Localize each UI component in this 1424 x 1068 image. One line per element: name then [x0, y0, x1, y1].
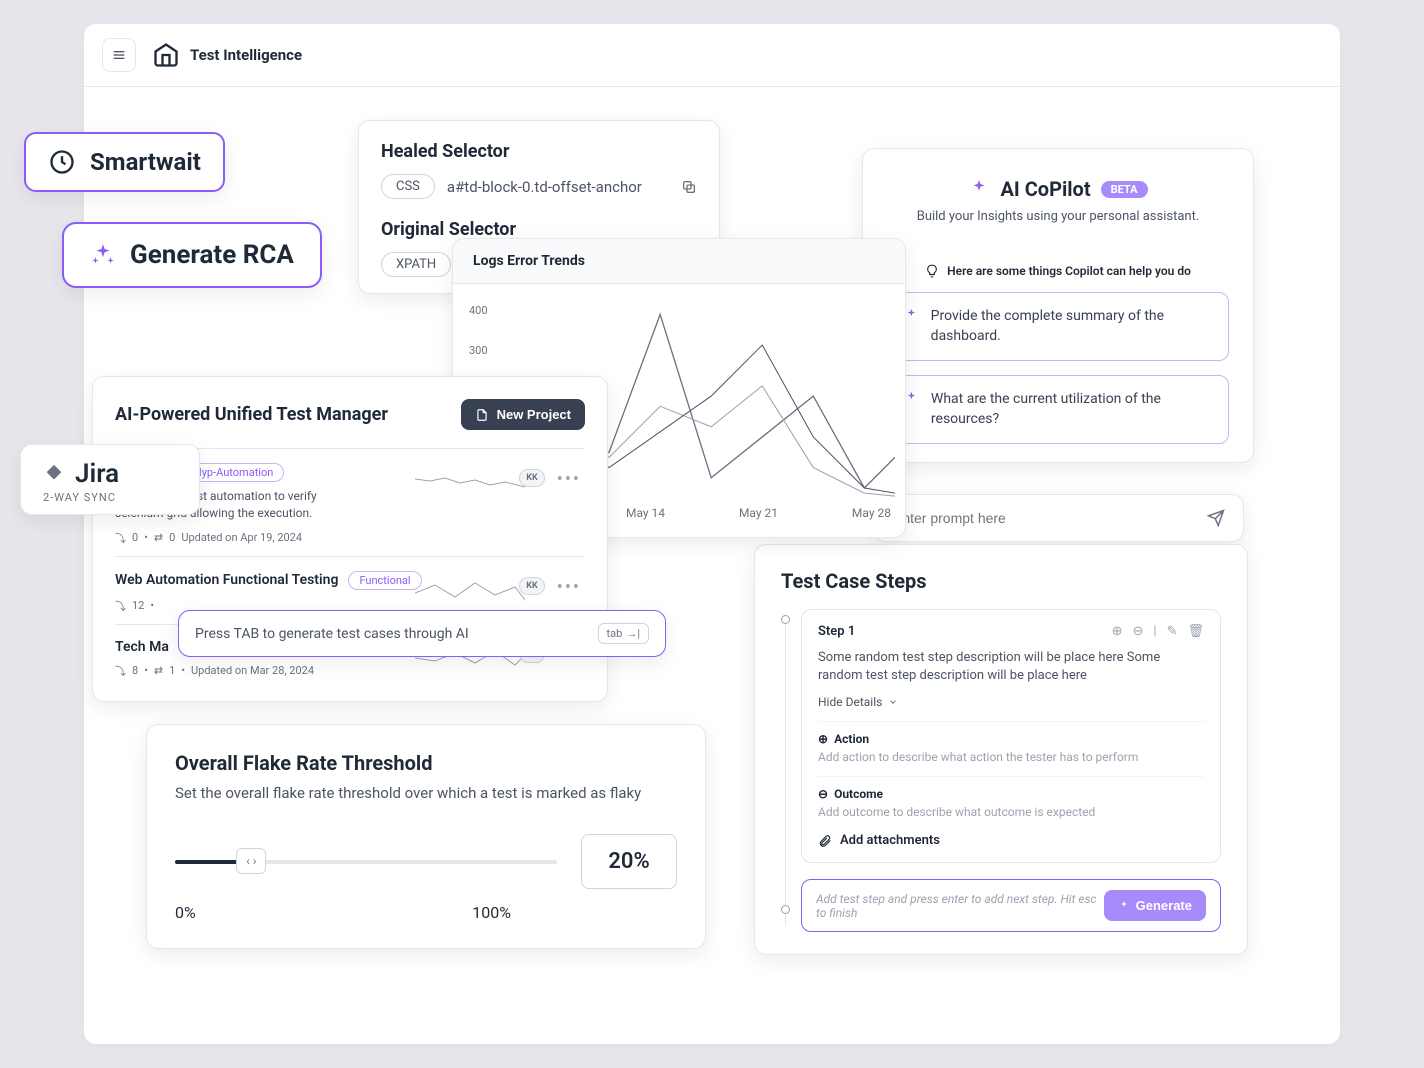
- more-icon[interactable]: •••: [557, 577, 581, 598]
- step-label: Step 1: [818, 624, 855, 639]
- tcs-title: Test Case Steps: [781, 569, 1221, 593]
- flake-desc: Set the overall flake rate threshold ove…: [175, 783, 677, 804]
- sparkle-icon: [904, 307, 919, 323]
- avatar: KK: [519, 577, 545, 595]
- prompt-input-card: [874, 494, 1244, 542]
- sparkline: [415, 467, 525, 497]
- sparkle-icon: [1118, 900, 1130, 912]
- tm-item-meta: ⤵0• ⇄0 Updated on Apr 19, 2024: [115, 530, 585, 546]
- paperclip-icon: [818, 834, 832, 848]
- add-attachments[interactable]: Add attachments: [818, 833, 1204, 848]
- flake-value: 20%: [581, 834, 677, 889]
- slider-min: 0%: [175, 903, 196, 922]
- copy-icon[interactable]: [681, 179, 697, 195]
- edit-icon[interactable]: ✎: [1167, 624, 1178, 639]
- css-chip: CSS: [381, 174, 435, 199]
- divider: |: [1153, 624, 1156, 639]
- outcome-hint: Add outcome to describe what outcome is …: [818, 805, 1204, 819]
- menu-button[interactable]: [102, 38, 136, 72]
- lightbulb-icon: [925, 264, 939, 278]
- hide-details-toggle[interactable]: Hide Details: [818, 695, 1204, 709]
- tab-prompt-text: Press TAB to generate test cases through…: [195, 626, 469, 642]
- smartwait-card[interactable]: Smartwait: [24, 132, 225, 192]
- clock-icon: [48, 148, 76, 176]
- tab-prompt[interactable]: Press TAB to generate test cases through…: [178, 610, 666, 657]
- avatar: KK: [519, 469, 545, 487]
- beta-badge: BETA: [1101, 181, 1148, 198]
- generate-rca-label: Generate RCA: [130, 240, 294, 270]
- jira-card: Jira 2-WAY SYNC: [20, 444, 200, 515]
- sparkline: [415, 575, 525, 605]
- sparkle-icon: [90, 242, 116, 268]
- ytick: 300: [469, 344, 488, 357]
- action-label: ⊕Action: [818, 732, 1204, 746]
- suggestion-text: What are the current utilization of the …: [931, 390, 1212, 429]
- jira-icon: [43, 463, 65, 485]
- flake-card: Overall Flake Rate Threshold Set the ove…: [146, 724, 706, 949]
- suggestion-text: Provide the complete summary of the dash…: [931, 307, 1212, 346]
- suggestion-card[interactable]: What are the current utilization of the …: [887, 375, 1229, 444]
- tm-title: AI-Powered Unified Test Manager: [115, 404, 388, 425]
- logs-title: Logs Error Trends: [453, 239, 905, 284]
- xtick: May 28: [852, 506, 891, 520]
- generate-rca-button[interactable]: Generate RCA: [62, 222, 322, 288]
- timeline: [785, 619, 786, 926]
- healed-selector-title: Healed Selector: [381, 141, 697, 162]
- jira-name: Jira: [75, 459, 119, 489]
- css-value: a#td-block-0.td-offset-anchor: [447, 178, 669, 196]
- ytick: 400: [469, 304, 488, 317]
- copilot-card: AI CoPilot BETA Build your Insights usin…: [862, 148, 1254, 463]
- add-step-row: Add test step and press enter to add nex…: [801, 879, 1221, 932]
- sparkle-icon: [968, 178, 990, 200]
- xtick: May 14: [626, 506, 665, 520]
- action-hint: Add action to describe what action the t…: [818, 750, 1204, 764]
- smartwait-label: Smartwait: [90, 148, 201, 176]
- slider-max: 100%: [472, 903, 511, 922]
- original-selector-title: Original Selector: [381, 219, 697, 240]
- tab-key: tab→|: [598, 623, 649, 644]
- new-project-label: New Project: [497, 407, 571, 422]
- document-icon: [475, 408, 489, 422]
- add-step-hint: Add test step and press enter to add nex…: [816, 892, 1104, 920]
- timeline-dot: [781, 905, 790, 914]
- copilot-title: AI CoPilot: [1000, 177, 1090, 201]
- generate-button[interactable]: Generate: [1104, 890, 1206, 921]
- prompt-input[interactable]: [893, 510, 1207, 526]
- tm-item-title: Tech Ma: [115, 639, 169, 655]
- delete-icon[interactable]: 🗑: [1187, 624, 1204, 639]
- send-icon[interactable]: [1207, 509, 1225, 527]
- copilot-sub: Build your Insights using your personal …: [887, 209, 1229, 224]
- flake-slider[interactable]: ‹ ›: [175, 860, 557, 864]
- tm-item-title: Web Automation Functional Testing: [115, 572, 338, 588]
- chevron-down-icon: [888, 697, 898, 707]
- step-outcome-icon[interactable]: ⊖: [1132, 624, 1143, 639]
- slider-thumb[interactable]: ‹ ›: [236, 848, 266, 874]
- sparkle-icon: [904, 390, 919, 406]
- step-desc: Some random test step description will b…: [818, 649, 1204, 685]
- step-box: Step 1 ⊕ ⊖ | ✎ 🗑 Some random test step d…: [801, 609, 1221, 863]
- logo: Test Intelligence: [152, 41, 302, 69]
- hamburger-icon: [111, 47, 127, 63]
- tm-item-tag: Functional: [348, 571, 421, 590]
- more-icon[interactable]: •••: [557, 469, 581, 490]
- copilot-hint: Here are some things Copilot can help yo…: [947, 264, 1191, 278]
- suggestion-card[interactable]: Provide the complete summary of the dash…: [887, 292, 1229, 361]
- timeline-dot: [781, 615, 790, 624]
- xpath-chip: XPATH: [381, 252, 451, 277]
- app-title: Test Intelligence: [190, 46, 302, 64]
- xtick: May 21: [739, 506, 778, 520]
- logo-icon: [152, 41, 180, 69]
- test-case-steps-card: Test Case Steps Step 1 ⊕ ⊖ | ✎ 🗑 Some ra…: [754, 544, 1248, 955]
- jira-sub: 2-WAY SYNC: [43, 491, 177, 504]
- topbar: Test Intelligence: [84, 24, 1340, 87]
- step-action-icon[interactable]: ⊕: [1112, 624, 1123, 639]
- outcome-label: ⊖Outcome: [818, 787, 1204, 801]
- new-project-button[interactable]: New Project: [461, 399, 585, 430]
- flake-title: Overall Flake Rate Threshold: [175, 751, 677, 775]
